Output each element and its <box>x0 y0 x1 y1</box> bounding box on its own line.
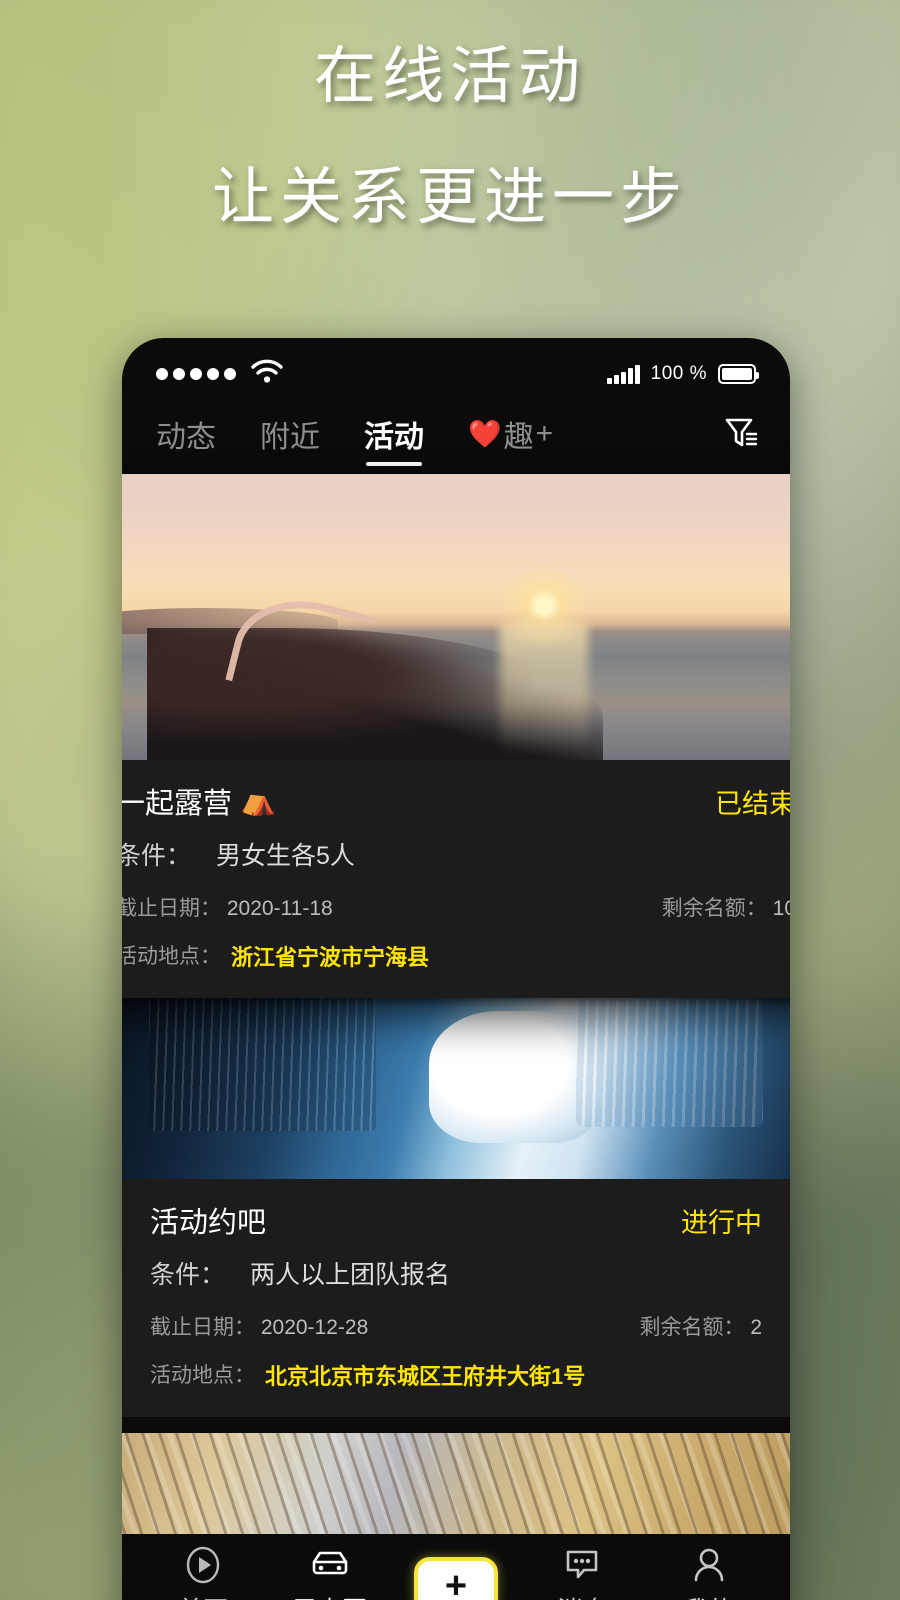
headline-line-2: 让关系更进一步 <box>211 163 688 233</box>
status-bar-left <box>156 359 284 389</box>
tab-fujin[interactable]: 附近 <box>260 412 320 466</box>
battery-percent-label: 100 % <box>650 363 707 384</box>
condition-value: 男女生各5人 <box>215 842 355 870</box>
condition-label: 条件： <box>122 842 192 870</box>
status-badge: 已结束 <box>715 789 790 819</box>
nav-label-home: 首页 <box>178 1591 228 1600</box>
activity-card-featured[interactable]: 一起露营 ⛺ 已结束 条件： 男女生各5人 截止日期： 2020-11-18 剩… <box>122 474 790 998</box>
remaining-label: 剩余名额： <box>661 897 767 920</box>
deadline-row: 截止日期： 2020-11-18 <box>122 892 333 922</box>
tab-fun[interactable]: ❤️ 趣 + <box>468 412 553 466</box>
activity-condition: 条件： 两人以上团队报名 <box>150 1255 762 1291</box>
top-tab-bar: 动态 附近 活动 ❤️ 趣 + <box>122 400 790 474</box>
activity-card-body: 活动约吧 进行中 条件： 两人以上团队报名 截止日期： 2020-12-28 剩… <box>122 1179 790 1417</box>
place-label: 活动地点： <box>122 945 221 968</box>
status-badge: 进行中 <box>681 1208 762 1238</box>
activity-place: 活动地点： 浙江省宁波市宁海县 <box>122 940 790 972</box>
status-bar-right: 100 % <box>607 363 759 385</box>
photo-fabric-roll <box>429 1011 603 1143</box>
signal-dots-icon <box>156 368 236 380</box>
deadline-row: 截止日期： 2020-12-28 <box>150 1311 368 1341</box>
chat-bubble-icon <box>562 1545 602 1585</box>
wifi-icon <box>250 359 284 389</box>
activity-meta: 截止日期： 2020-11-18 剩余名额： 10 <box>122 892 790 922</box>
tent-icon: ⛺ <box>240 785 277 817</box>
activity-card-header: 一起露营 ⛺ 已结束 <box>122 780 790 822</box>
tab-fun-label: 趣 <box>503 421 534 454</box>
nav-item-home[interactable]: 首页 <box>143 1545 263 1600</box>
condition-label: 条件： <box>150 1261 226 1289</box>
play-circle-icon <box>183 1545 223 1585</box>
car-icon <box>308 1545 352 1585</box>
cellular-signal-icon <box>607 364 640 384</box>
nav-label-bakequan: 巴克圈 <box>292 1591 367 1600</box>
plus-icon: + <box>444 1565 468 1600</box>
activity-title-row: 一起露营 ⛺ <box>122 780 276 822</box>
place-value[interactable]: 浙江省宁波市宁海县 <box>231 940 429 972</box>
promo-headline: 在线活动 让关系更进一步 <box>0 40 900 234</box>
activity-card[interactable]: 活动约吧 进行中 条件： 两人以上团队报名 截止日期： 2020-12-28 剩… <box>122 979 790 1417</box>
activity-title: 活动约吧 <box>150 1207 267 1239</box>
deadline-value: 2020-11-18 <box>226 897 333 920</box>
industrial-machine-photo[interactable] <box>122 979 790 1179</box>
nav-label-messages: 消息 <box>557 1591 607 1600</box>
tab-dongtai[interactable]: 动态 <box>156 412 216 466</box>
place-value[interactable]: 北京北京市东城区王府井大街1号 <box>265 1359 585 1391</box>
headline-line-1: 在线活动 <box>313 42 586 111</box>
tab-fun-plus: + <box>535 417 554 450</box>
filter-funnel-icon <box>722 415 760 456</box>
bottom-navigation-bar: 首页 巴克圈 + <box>122 1534 790 1600</box>
tab-huodong[interactable]: 活动 <box>364 412 424 466</box>
activity-condition: 条件： 男女生各5人 <box>122 836 790 872</box>
condition-value: 两人以上团队报名 <box>249 1261 450 1289</box>
battery-full-icon <box>718 364 759 384</box>
status-bar: 100 % <box>122 338 790 400</box>
place-label: 活动地点： <box>150 1364 255 1387</box>
activity-title-row: 活动约吧 <box>150 1199 266 1241</box>
activity-meta: 截止日期： 2020-12-28 剩余名额： 2 <box>150 1311 762 1341</box>
nav-item-messages[interactable]: 消息 <box>522 1545 642 1600</box>
remaining-row: 剩余名额： 2 <box>639 1311 762 1341</box>
plus-button[interactable]: + <box>413 1557 498 1600</box>
person-icon <box>689 1545 729 1585</box>
remaining-row: 剩余名额： 10 <box>662 892 790 922</box>
deadline-label: 截止日期： <box>150 1316 255 1339</box>
remaining-value: 10 <box>772 897 790 920</box>
sunset-sea-photo[interactable] <box>122 474 790 760</box>
deadline-value: 2020-12-28 <box>260 1316 369 1339</box>
deadline-label: 截止日期： <box>122 897 221 920</box>
activity-place: 活动地点： 北京北京市东城区王府井大街1号 <box>150 1359 762 1391</box>
nav-item-profile[interactable]: 我的 <box>649 1545 769 1600</box>
nav-item-bakequan[interactable]: 巴克圈 <box>270 1545 390 1600</box>
remaining-label: 剩余名额： <box>639 1316 745 1339</box>
heart-icon: ❤️ <box>468 418 502 449</box>
activity-title: 一起露营 <box>122 788 233 820</box>
remaining-value: 2 <box>750 1316 762 1339</box>
activity-card-body: 一起露营 ⛺ 已结束 条件： 男女生各5人 截止日期： 2020-11-18 剩… <box>122 760 790 998</box>
phone-frame: 100 % 动态 附近 活动 ❤️ 趣 + 一起露营 ⛺ 已结束 条件： 男女生… <box>122 338 790 1600</box>
nav-item-create[interactable]: + <box>396 1557 516 1600</box>
activity-card-header: 活动约吧 进行中 <box>150 1199 762 1241</box>
activity-feed[interactable]: 一起露营 ⛺ 已结束 条件： 男女生各5人 截止日期： 2020-11-18 剩… <box>122 474 790 1600</box>
filter-button[interactable] <box>722 415 760 464</box>
photo-person-silhouette <box>146 628 604 760</box>
nav-label-profile: 我的 <box>684 1591 734 1600</box>
